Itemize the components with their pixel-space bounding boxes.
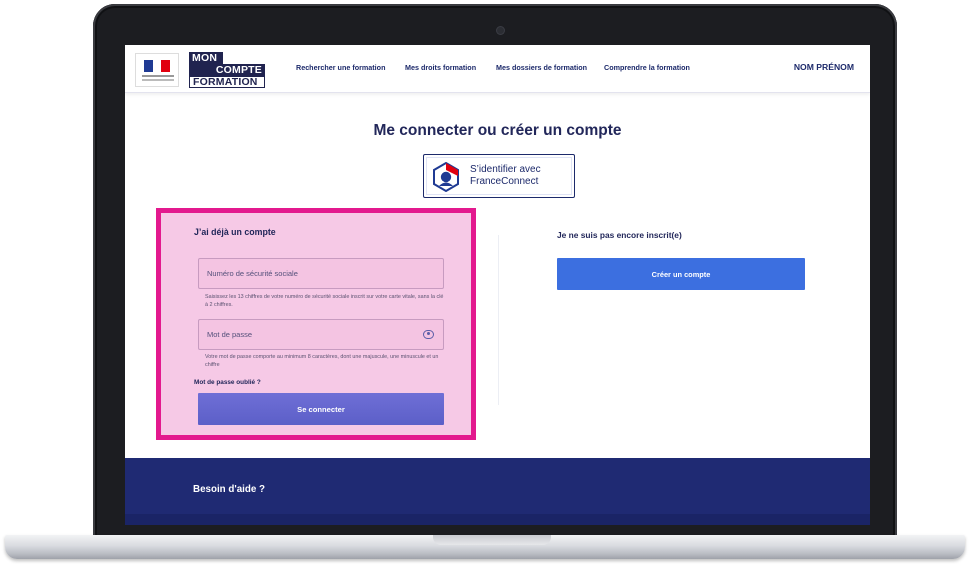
nav-mes-dossiers[interactable]: Mes dossiers de formation (496, 63, 587, 72)
ssn-input[interactable]: Numéro de sécurité sociale (198, 258, 444, 289)
ssn-hint: Saisissez les 13 chiffres de votre numér… (205, 294, 444, 308)
login-panel: J’ai déjà un compte Numéro de sécurité s… (156, 208, 476, 440)
mon-compte-formation-logo[interactable]: MON COMPTE FORMATION (189, 52, 265, 88)
camera-dot (497, 27, 504, 34)
page-title: Me connecter ou créer un compte (373, 122, 622, 139)
column-divider (498, 235, 499, 405)
show-password-eye-icon[interactable] (423, 330, 434, 339)
password-hint: Votre mot de passe comporte au minimum 8… (205, 354, 439, 368)
login-title: J’ai déjà un compte (194, 227, 276, 237)
brand-line-2: COMPTE (189, 64, 265, 76)
create-account-button[interactable]: Créer un compte (557, 258, 805, 290)
nav-mes-droits[interactable]: Mes droits formation (405, 63, 476, 72)
help-title: Besoin d'aide ? (193, 484, 266, 495)
franceconnect-label-1: S’identifier avec (470, 164, 541, 175)
franceconnect-icon (433, 162, 459, 192)
laptop-notch (433, 535, 551, 545)
french-flag-icon (144, 60, 171, 72)
register-title: Je ne suis pas encore inscrit(e) (557, 230, 682, 240)
laptop-mockup: MON COMPTE FORMATION Rechercher une form… (0, 0, 970, 564)
help-footer: Besoin d'aide ? (125, 458, 870, 525)
forgot-password-link[interactable]: Mot de passe oublié ? (194, 379, 261, 386)
logo-text-lines (142, 75, 174, 77)
nav-rechercher-formation[interactable]: Rechercher une formation (296, 63, 385, 72)
franceconnect-label-2: FranceConnect (470, 176, 539, 187)
login-button[interactable]: Se connecter (198, 393, 444, 425)
footer-bottom-band (125, 514, 870, 525)
site-header: MON COMPTE FORMATION Rechercher une form… (125, 45, 870, 93)
brand-line-1: MON (189, 52, 223, 64)
ssn-placeholder: Numéro de sécurité sociale (207, 269, 298, 278)
brand-line-3: FORMATION (189, 76, 265, 88)
password-placeholder: Mot de passe (207, 330, 253, 339)
laptop-screen: MON COMPTE FORMATION Rechercher une form… (125, 45, 870, 525)
nav-comprendre-formation[interactable]: Comprendre la formation (604, 63, 690, 72)
franceconnect-button[interactable]: S’identifier avec FranceConnect (423, 154, 575, 198)
password-input[interactable]: Mot de passe (198, 319, 444, 350)
user-name-menu[interactable]: NOM PRÉNOM (794, 62, 854, 72)
republique-francaise-logo[interactable] (135, 53, 179, 87)
